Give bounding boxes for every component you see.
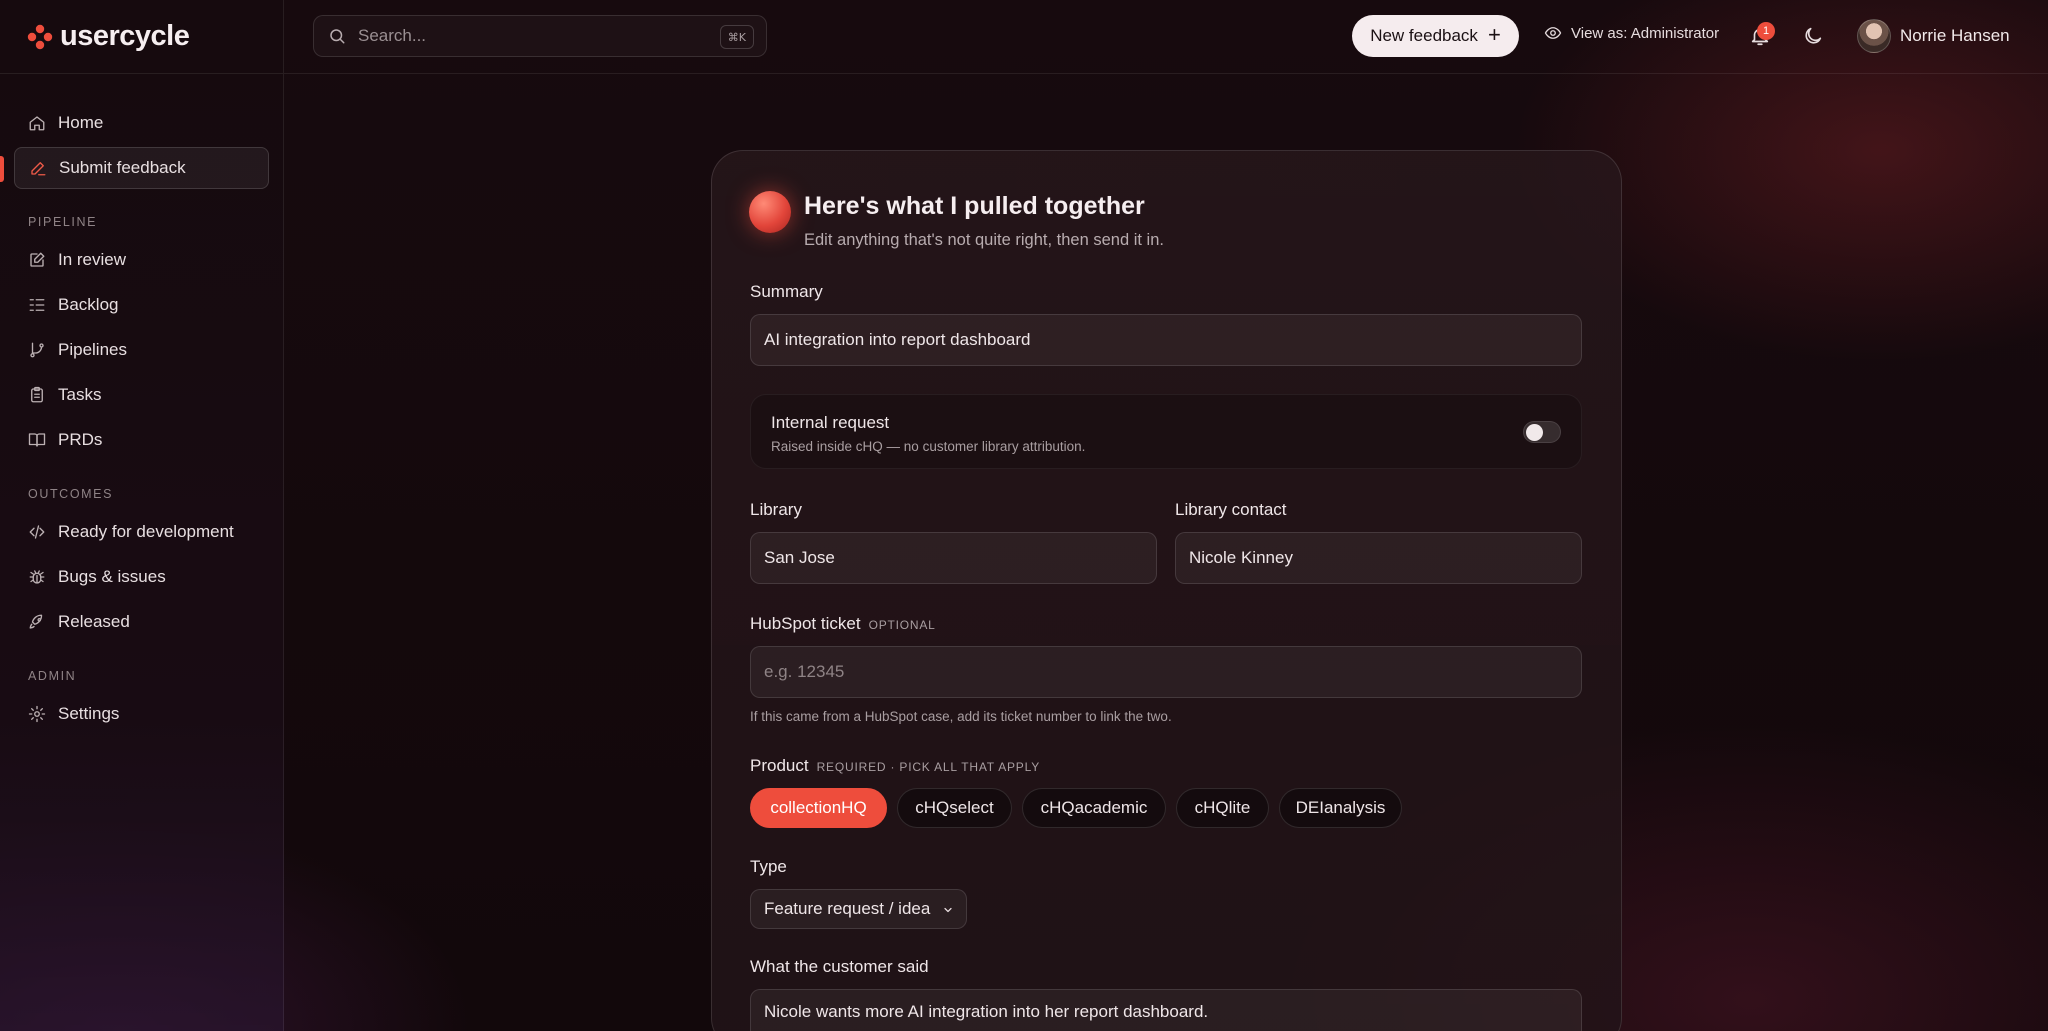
hubspot-ticket-input[interactable] [764,662,1581,682]
customer-said-label: What the customer said [750,957,929,976]
search-input[interactable] [358,26,698,46]
eye-icon [1544,27,1562,39]
summary-value: AI integration into report dashboard [764,330,1031,349]
internal-request-title: Internal request [771,413,890,432]
sidebar-item-label: PRDs [58,430,103,449]
hubspot-ticket-field[interactable] [750,646,1582,698]
edit-square-icon [30,252,45,267]
sidebar-item-backlog[interactable]: Backlog [14,284,269,326]
card-subtitle: Edit anything that's not quite right, th… [804,231,1164,249]
home-icon [29,116,45,131]
optional-hint: OPTIONAL [868,618,936,632]
summary-label: Summary [750,282,823,301]
git-branch-icon [30,342,44,358]
product-chip-chqacademic[interactable]: cHQacademic [1022,788,1166,828]
product-hint: REQUIRED · PICK ALL THAT APPLY [816,760,1040,774]
card-title: Here's what I pulled together [804,192,1145,220]
sidebar-item-released[interactable]: Released [14,601,269,643]
hubspot-ticket-label: HubSpot ticket OPTIONAL [750,614,936,634]
sidebar-item-home[interactable]: Home [14,102,269,144]
product-label: Product REQUIRED · PICK ALL THAT APPLY [750,756,1040,776]
customer-said-field[interactable]: Nicole wants more AI integration into he… [750,989,1582,1031]
sidebar-item-submit-feedback[interactable]: Submit feedback [0,147,269,189]
pencil-icon [31,162,46,176]
view-as-label: View as: Administrator [1571,24,1720,42]
nav-section-outcomes: OUTCOMES [28,487,114,501]
sidebar-item-label: Bugs & issues [58,567,166,586]
topbar: ⌘K New feedback + View as: Administrator… [284,0,2048,74]
bug-icon [29,570,45,584]
rocket-icon [29,614,43,629]
library-field[interactable]: San Jose [750,532,1157,584]
internal-request-panel: Internal request Raised inside cHQ — no … [750,394,1582,469]
sidebar-item-pipelines[interactable]: Pipelines [14,329,269,371]
internal-request-toggle[interactable] [1523,421,1561,443]
library-contact-value: Nicole Kinney [1189,548,1293,567]
sidebar-item-tasks[interactable]: Tasks [14,374,269,416]
summary-field[interactable]: AI integration into report dashboard [750,314,1582,366]
product-chip-collectionhq[interactable]: collectionHQ [750,788,887,828]
sidebar-item-label: Submit feedback [59,158,186,177]
chevron-down-icon [944,907,952,913]
toggle-knob [1526,424,1543,441]
feedback-card: Here's what I pulled together Edit anyth… [711,150,1622,1031]
brand-logo-icon [27,24,53,49]
assistant-orb-icon [749,191,791,233]
type-label: Type [750,857,787,876]
sidebar-item-label: Backlog [58,295,119,314]
sidebar-item-label: Home [58,113,104,132]
sidebar-item-label: Pipelines [58,340,127,359]
brand-name: usercycle [60,20,190,52]
sidebar-item-label: In review [58,250,127,269]
search-icon [330,29,345,44]
user-name: Norrie Hansen [1900,26,2010,45]
sidebar-item-in-review[interactable]: In review [14,239,269,281]
sidebar-item-bugs-issues[interactable]: Bugs & issues [14,556,269,598]
view-as-toggle[interactable]: View as: Administrator [1544,24,1719,42]
internal-request-description: Raised inside cHQ — no customer library … [771,439,1086,454]
new-feedback-button[interactable]: New feedback + [1352,15,1519,57]
customer-said-value: Nicole wants more AI integration into he… [764,1002,1209,1021]
notification-badge: 1 [1757,22,1775,40]
code-icon [29,525,45,539]
product-chip-chqlite[interactable]: cHQlite [1176,788,1269,828]
book-open-icon [28,433,46,447]
hubspot-ticket-label-text: HubSpot ticket [750,614,861,633]
library-contact-label: Library contact [1175,500,1287,519]
checklist-icon [29,299,45,311]
clipboard-icon [31,386,43,403]
sidebar-item-prds[interactable]: PRDs [14,419,269,461]
library-value: San Jose [764,548,835,567]
plus-icon: + [1487,22,1501,47]
new-feedback-label: New feedback [1370,26,1478,45]
product-chip-deianalysis[interactable]: DEIanalysis [1279,788,1402,828]
product-chip-chqselect[interactable]: cHQselect [897,788,1012,828]
moon-icon[interactable] [1802,25,1824,47]
library-label: Library [750,500,802,519]
nav-section-admin: ADMIN [28,669,77,683]
search-shortcut: ⌘K [719,25,754,49]
sidebar-item-label: Settings [58,704,120,723]
sidebar-item-label: Released [58,612,130,631]
search-bar[interactable]: ⌘K [313,15,767,57]
avatar [1857,19,1891,53]
type-select[interactable]: Feature request / idea [750,889,967,929]
nav-section-pipeline: PIPELINE [28,215,98,229]
user-menu[interactable]: Norrie Hansen [1857,19,2010,53]
sidebar-item-label: Ready for development [58,522,234,541]
brand[interactable]: usercycle [0,0,283,74]
gear-icon [28,705,46,723]
sidebar-item-ready-for-development[interactable]: Ready for development [14,511,269,553]
library-contact-field[interactable]: Nicole Kinney [1175,532,1582,584]
sidebar-nav: Home Submit feedback PIPELINE In review … [0,74,283,735]
product-label-text: Product [750,756,809,775]
hubspot-help-text: If this came from a HubSpot case, add it… [750,709,1172,724]
sidebar-item-label: Tasks [58,385,102,404]
sidebar: usercycle Home Submit feedback PIPELINE … [0,0,284,1031]
sidebar-item-settings[interactable]: Settings [14,693,269,735]
type-select-value: Feature request / idea [764,899,931,918]
